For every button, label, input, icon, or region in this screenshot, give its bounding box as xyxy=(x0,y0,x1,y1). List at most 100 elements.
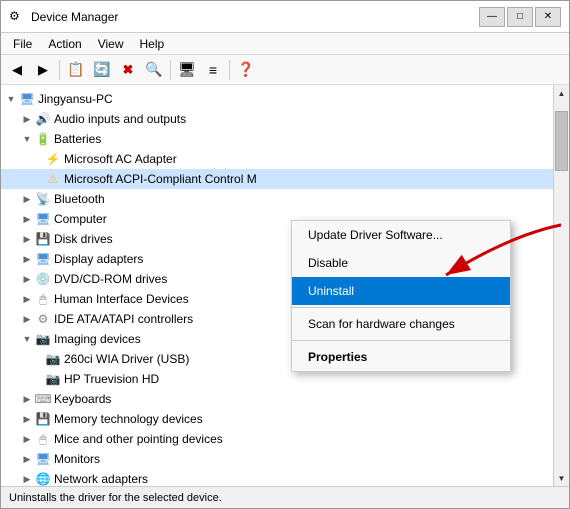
monitor-label: Monitors xyxy=(54,452,100,466)
content-area: ▼ 🖥 Jingyansu-PC ▶ 🔊 Audio inputs and ou… xyxy=(1,85,569,486)
scroll-up-arrow[interactable]: ▲ xyxy=(554,85,569,101)
window-controls: — □ ✕ xyxy=(479,7,561,27)
ac-adapter-icon: ⚡ xyxy=(45,151,61,167)
dvd-expander: ▶ xyxy=(19,271,35,287)
ide-label: IDE ATA/ATAPI controllers xyxy=(54,312,193,326)
toolbar-sep-1 xyxy=(59,60,60,80)
update-driver-button[interactable]: 🔄 xyxy=(90,59,114,81)
list-item[interactable]: ⚡ Microsoft AC Adapter xyxy=(1,149,553,169)
mice-icon: 🖱 xyxy=(35,431,51,447)
computer-icon: 🖥 xyxy=(19,91,35,107)
menu-help[interactable]: Help xyxy=(132,35,173,53)
list-item[interactable]: ▶ 🖥 Monitors xyxy=(1,449,553,469)
list-item[interactable]: 📷 HP Truevision HD xyxy=(1,369,553,389)
context-disable[interactable]: Disable xyxy=(292,249,510,277)
kb-expander: ▶ xyxy=(19,391,35,407)
root-label: Jingyansu-PC xyxy=(38,92,113,106)
keyboard-label: Keyboards xyxy=(54,392,111,406)
mice-label: Mice and other pointing devices xyxy=(54,432,223,446)
menu-view[interactable]: View xyxy=(90,35,132,53)
bluetooth-label: Bluetooth xyxy=(54,192,105,206)
maximize-button[interactable]: □ xyxy=(507,7,533,27)
wia-icon: 📷 xyxy=(45,351,61,367)
list-item[interactable]: ▼ 🔋 Batteries xyxy=(1,129,553,149)
minimize-button[interactable]: — xyxy=(479,7,505,27)
menu-bar: File Action View Help xyxy=(1,33,569,55)
batteries-label: Batteries xyxy=(54,132,101,146)
imaging-label: Imaging devices xyxy=(54,332,141,346)
toolbar: ◀ ▶ 📋 🔄 ✖ 🔍 🖥 ≡ ❓ xyxy=(1,55,569,85)
batteries-icon: 🔋 xyxy=(35,131,51,147)
scroll-down-arrow[interactable]: ▼ xyxy=(554,470,569,486)
display-icon-view[interactable]: 🖥 xyxy=(175,59,199,81)
list-item[interactable]: ▶ 💾 Memory technology devices xyxy=(1,409,553,429)
ide-icon: ⚙ xyxy=(35,311,51,327)
monitor-icon: 🖥 xyxy=(35,451,51,467)
computer-expander: ▶ xyxy=(19,211,35,227)
computer-label: Computer xyxy=(54,212,107,226)
imaging-expander: ▼ xyxy=(19,331,35,347)
help-button[interactable]: ❓ xyxy=(234,59,258,81)
network-icon: 🌐 xyxy=(35,471,51,486)
menu-file[interactable]: File xyxy=(5,35,40,53)
list-item[interactable]: ▶ 🔊 Audio inputs and outputs xyxy=(1,109,553,129)
title-bar: ⚙ Device Manager — □ ✕ xyxy=(1,1,569,33)
hp-expander xyxy=(37,371,45,387)
context-sep-1 xyxy=(292,307,510,308)
display-expander: ▶ xyxy=(19,251,35,267)
tree-root[interactable]: ▼ 🖥 Jingyansu-PC xyxy=(1,89,553,109)
hp-icon: 📷 xyxy=(45,371,61,387)
scan-hardware-button[interactable]: 🔍 xyxy=(142,59,166,81)
scroll-track[interactable] xyxy=(554,101,569,470)
uninstall-button[interactable]: ✖ xyxy=(116,59,140,81)
app-icon: ⚙ xyxy=(9,9,25,25)
context-scan-hardware[interactable]: Scan for hardware changes xyxy=(292,310,510,338)
toolbar-sep-3 xyxy=(229,60,230,80)
audio-icon: 🔊 xyxy=(35,111,51,127)
list-item[interactable]: ▶ 🖱 Mice and other pointing devices xyxy=(1,429,553,449)
forward-button[interactable]: ▶ xyxy=(31,59,55,81)
root-expander: ▼ xyxy=(3,91,19,107)
computer-sub-icon: 🖥 xyxy=(35,211,51,227)
ac-adapter-label: Microsoft AC Adapter xyxy=(64,152,177,166)
acpi-expander xyxy=(37,171,45,187)
bluetooth-icon: 📡 xyxy=(35,191,51,207)
dvd-icon: 💿 xyxy=(35,271,51,287)
display-icon: 🖥 xyxy=(35,251,51,267)
acpi-icon: ⚠ xyxy=(45,171,61,187)
list-item[interactable]: ⚠ Microsoft ACPI-Compliant Control M xyxy=(1,169,553,189)
window-title: Device Manager xyxy=(31,10,118,24)
vertical-scrollbar[interactable]: ▲ ▼ xyxy=(553,85,569,486)
bt-expander: ▶ xyxy=(19,191,35,207)
memory-icon: 💾 xyxy=(35,411,51,427)
menu-action[interactable]: Action xyxy=(40,35,89,53)
hid-icon: 🖱 xyxy=(35,291,51,307)
hp-label: HP Truevision HD xyxy=(64,372,159,386)
back-button[interactable]: ◀ xyxy=(5,59,29,81)
close-button[interactable]: ✕ xyxy=(535,7,561,27)
disk-label: Disk drives xyxy=(54,232,113,246)
status-text: Uninstalls the driver for the selected d… xyxy=(9,492,222,504)
keyboard-icon: ⌨ xyxy=(35,391,51,407)
hid-label: Human Interface Devices xyxy=(54,292,189,306)
wia-label: 260ci WIA Driver (USB) xyxy=(64,352,189,366)
mon-expander: ▶ xyxy=(19,451,35,467)
hid-expander: ▶ xyxy=(19,291,35,307)
context-sep-2 xyxy=(292,340,510,341)
display-list-view[interactable]: ≡ xyxy=(201,59,225,81)
status-bar: Uninstalls the driver for the selected d… xyxy=(1,486,569,508)
audio-label: Audio inputs and outputs xyxy=(54,112,186,126)
scroll-thumb[interactable] xyxy=(555,111,568,171)
context-uninstall[interactable]: Uninstall xyxy=(292,277,510,305)
list-item[interactable]: ▶ ⌨ Keyboards xyxy=(1,389,553,409)
properties-button[interactable]: 📋 xyxy=(64,59,88,81)
list-item[interactable]: ▶ 📡 Bluetooth xyxy=(1,189,553,209)
context-properties[interactable]: Properties xyxy=(292,343,510,371)
toolbar-sep-2 xyxy=(170,60,171,80)
disk-expander: ▶ xyxy=(19,231,35,247)
imaging-icon: 📷 xyxy=(35,331,51,347)
list-item[interactable]: ▶ 🌐 Network adapters xyxy=(1,469,553,486)
device-manager-window: ⚙ Device Manager — □ ✕ File Action View … xyxy=(0,0,570,509)
network-label: Network adapters xyxy=(54,472,148,486)
context-update-driver[interactable]: Update Driver Software... xyxy=(292,221,510,249)
